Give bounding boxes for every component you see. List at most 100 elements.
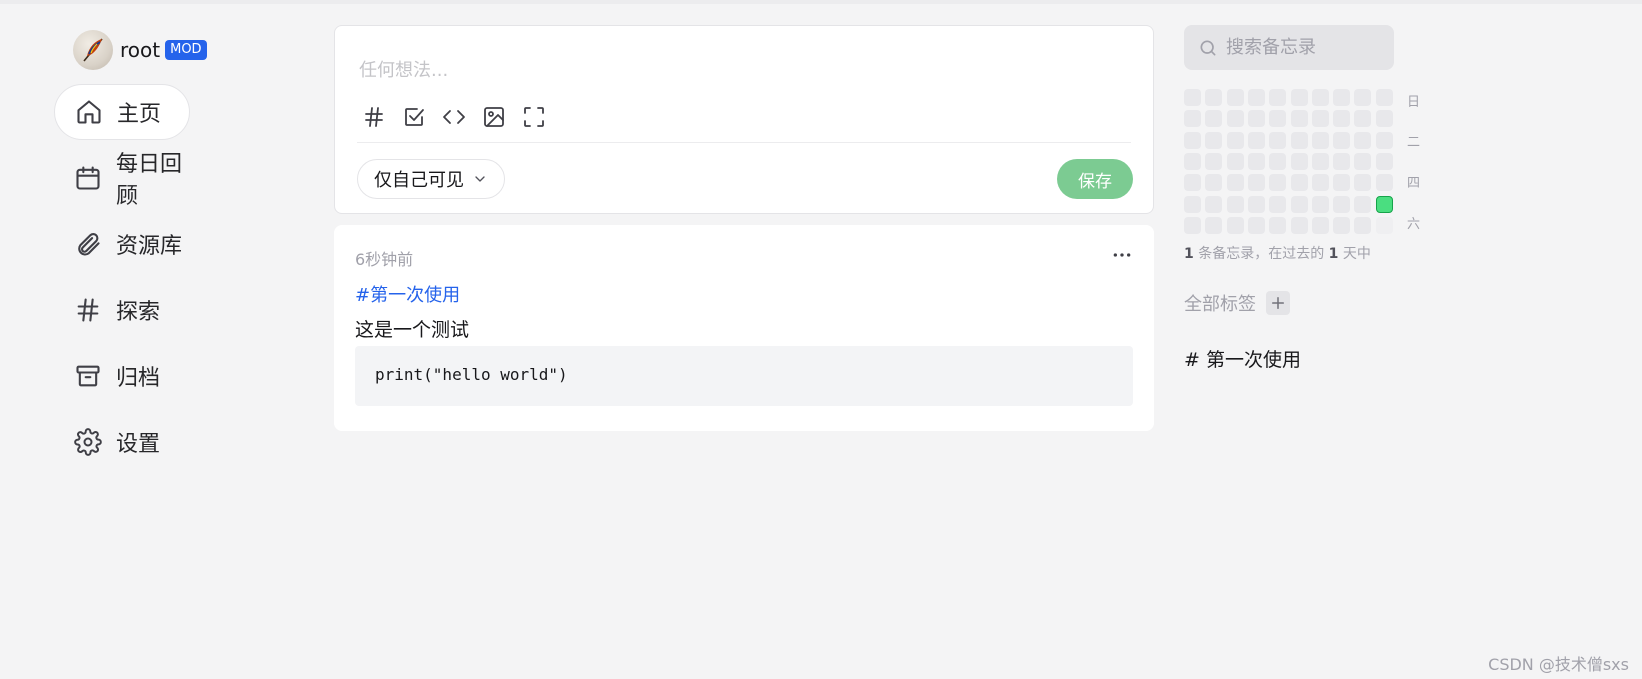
heatmap-cell[interactable] [1247,110,1265,128]
feather-avatar-icon [83,38,103,62]
heatmap-cell[interactable] [1354,195,1372,213]
heatmap-cell[interactable] [1311,131,1329,149]
heatmap-cell[interactable] [1375,152,1393,170]
weekday-label: 六 [1407,217,1421,232]
tag-item[interactable]: # 第一次使用 [1184,345,1301,372]
heatmap-cell[interactable] [1311,152,1329,170]
heatmap-cell[interactable] [1205,89,1223,106]
heatmap-cell[interactable] [1375,131,1393,149]
heatmap-cell[interactable] [1205,174,1223,192]
heatmap-cell[interactable] [1205,152,1223,170]
nav-item-explore[interactable]: 探索 [54,282,190,338]
tag-icon[interactable] [359,102,389,132]
heatmap-cell[interactable] [1290,174,1308,192]
heatmap-cell[interactable] [1269,195,1287,213]
heatmap-cell[interactable] [1333,195,1351,213]
day-count: 1 [1328,246,1339,262]
heatmap-cell[interactable] [1205,131,1223,149]
avatar[interactable] [73,30,113,70]
more-options-icon[interactable] [1110,245,1134,265]
heatmap-cell[interactable] [1311,195,1329,213]
memo-tag-link[interactable]: #第一次使用 [355,281,460,307]
heatmap-cell[interactable] [1375,195,1393,213]
editor-input[interactable]: 任何想法... [359,56,448,82]
heatmap-cell[interactable] [1354,216,1372,234]
heatmap-cell[interactable] [1333,110,1351,128]
heatmap-cell[interactable] [1375,89,1393,106]
heatmap-cell[interactable] [1354,174,1372,192]
image-icon[interactable] [479,102,509,132]
heatmap-cell[interactable] [1354,152,1372,170]
heatmap-cell[interactable] [1333,89,1351,106]
heatmap-cell[interactable] [1290,89,1308,106]
heatmap-cell[interactable] [1184,152,1201,170]
heatmap-cell[interactable] [1375,110,1393,128]
heatmap-cell[interactable] [1290,131,1308,149]
search-input[interactable] [1226,37,1386,58]
heatmap-cell[interactable] [1269,174,1287,192]
nav-item-resources[interactable]: 资源库 [54,216,190,272]
nav-item-archive[interactable]: 归档 [54,348,190,404]
heatmap-cell[interactable] [1290,216,1308,234]
heatmap-cell[interactable] [1333,152,1351,170]
visibility-select[interactable]: 仅自己可见 [357,159,505,199]
heatmap-cell[interactable] [1226,131,1244,149]
heatmap-cell[interactable] [1311,89,1329,106]
heatmap-cell[interactable] [1333,216,1351,234]
plus-icon [1272,297,1284,309]
heatmap-cell[interactable] [1205,110,1223,128]
heatmap-cell[interactable] [1226,89,1244,106]
heatmap-cell[interactable] [1290,195,1308,213]
heatmap-cell[interactable] [1205,216,1223,234]
heatmap-cell[interactable] [1375,174,1393,192]
user-profile[interactable]: root MOD [73,30,254,70]
heatmap-cell[interactable] [1333,131,1351,149]
code-block: print("hello world") [355,346,1133,406]
heatmap-cell[interactable] [1226,152,1244,170]
heatmap-cell[interactable] [1311,110,1329,128]
heatmap-cell[interactable] [1226,110,1244,128]
heatmap-cell[interactable] [1247,89,1265,106]
heatmap-cell[interactable] [1247,195,1265,213]
heatmap-cell[interactable] [1269,152,1287,170]
heatmap-cell[interactable] [1226,195,1244,213]
heatmap-cell[interactable] [1269,216,1287,234]
heatmap-cell[interactable] [1269,89,1287,106]
heatmap-cell[interactable] [1290,110,1308,128]
heatmap-cell[interactable] [1184,174,1201,192]
heatmap-cell[interactable] [1247,152,1265,170]
username[interactable]: root [120,38,160,62]
heatmap-cell[interactable] [1184,89,1201,106]
heatmap-cell[interactable] [1354,89,1372,106]
fullscreen-icon[interactable] [519,102,549,132]
heatmap-cell[interactable] [1184,110,1201,128]
heatmap-cell[interactable] [1184,131,1201,149]
nav-item-daily-review[interactable]: 每日回顾 [54,150,190,209]
heatmap-cell[interactable] [1184,195,1201,213]
heatmap-cell[interactable] [1226,216,1244,234]
chevron-down-icon [475,176,485,182]
nav-menu: 主页 每日回顾 资源库 探索 归档 设置 [54,84,254,470]
heatmap-cell[interactable] [1184,216,1201,234]
heatmap-cell[interactable] [1226,174,1244,192]
nav-item-home[interactable]: 主页 [54,84,190,140]
divider [357,142,1131,143]
code-icon[interactable] [439,102,469,132]
heatmap-cell[interactable] [1269,131,1287,149]
heatmap-cell[interactable] [1354,131,1372,149]
heatmap-cell[interactable] [1354,110,1372,128]
heatmap-cell[interactable] [1311,216,1329,234]
gear-icon [74,428,102,456]
save-button[interactable]: 保存 [1057,159,1133,199]
nav-item-settings[interactable]: 设置 [54,414,190,470]
add-tag-button[interactable] [1266,291,1290,315]
checkbox-icon[interactable] [399,102,429,132]
heatmap-cell[interactable] [1311,174,1329,192]
heatmap-cell[interactable] [1269,110,1287,128]
heatmap-cell[interactable] [1247,174,1265,192]
heatmap-cell[interactable] [1247,216,1265,234]
heatmap-cell[interactable] [1247,131,1265,149]
heatmap-cell[interactable] [1290,152,1308,170]
heatmap-cell[interactable] [1205,195,1223,213]
heatmap-cell[interactable] [1333,174,1351,192]
